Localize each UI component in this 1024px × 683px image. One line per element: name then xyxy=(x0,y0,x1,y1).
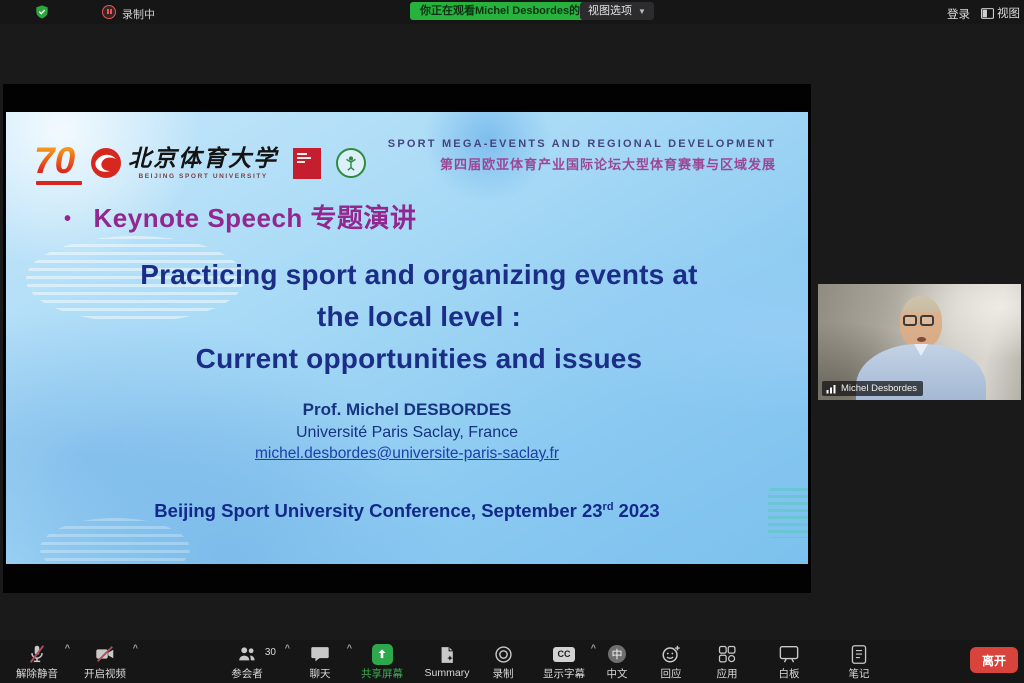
bsu-swirl-icon xyxy=(90,147,122,179)
view-layout-icon xyxy=(981,8,994,19)
encryption-shield-icon xyxy=(34,4,50,20)
slide-logo-row: 70 北京体育大学 BEIJING SPORT UNIVERSITY xyxy=(34,134,366,192)
title-line-2: the local level : xyxy=(66,296,772,338)
banner-chinese: 第四届欧亚体育产业国际论坛大型体育赛事与区域发展 xyxy=(388,154,776,173)
captions-button[interactable]: CC ^ 显示字幕 xyxy=(536,643,592,681)
summary-icon xyxy=(437,643,457,666)
title-line-3: Current opportunities and issues xyxy=(66,338,772,380)
reactions-button[interactable]: 回应 xyxy=(650,643,692,681)
ordinal-superscript: rd xyxy=(603,501,614,513)
chat-button[interactable]: ^ 聊天 xyxy=(296,643,344,681)
speaker-name: Prof. Michel DESBORDES xyxy=(6,400,808,420)
language-icon: 中 xyxy=(608,645,626,663)
title-line-1: Practicing sport and organizing events a… xyxy=(66,254,772,296)
notes-button[interactable]: 笔记 xyxy=(838,643,880,681)
record-button[interactable]: 录制 xyxy=(482,643,524,681)
participant-name-tag: Michel Desbordes xyxy=(822,381,923,396)
view-options-dropdown[interactable]: 视图选项▼ xyxy=(580,2,654,20)
participant-glasses xyxy=(903,315,934,326)
zoom-meeting-window: 录制中 你正在观看Michel Desbordes的屏幕 视图选项▼ 登录 视图… xyxy=(0,0,1024,683)
participants-button[interactable]: 30 ^ 参会者 xyxy=(216,643,278,681)
chevron-up-icon[interactable]: ^ xyxy=(133,643,138,653)
whiteboard-button[interactable]: 白板 xyxy=(768,643,810,681)
whiteboard-icon xyxy=(778,643,800,665)
slide-title: Practicing sport and organizing events a… xyxy=(66,254,772,380)
chevron-down-icon: ▼ xyxy=(638,7,646,16)
cc-icon: CC xyxy=(553,647,575,662)
unmute-button[interactable]: ^ 解除静音 xyxy=(6,643,68,681)
speaker-email: michel.desbordes@universite-paris-saclay… xyxy=(6,445,808,463)
banner-english: SPORT MEGA-EVENTS AND REGIONAL DEVELOPME… xyxy=(388,138,776,150)
share-screen-button[interactable]: 共享屏幕 xyxy=(354,643,410,681)
keynote-heading: •Keynote Speech 专题演讲 xyxy=(64,198,417,235)
apps-button[interactable]: 应用 xyxy=(706,643,748,681)
apps-icon xyxy=(717,643,737,665)
participant-mouth xyxy=(917,337,926,342)
beijing-sport-university-logo: 北京体育大学 BEIJING SPORT UNIVERSITY xyxy=(90,147,278,180)
chevron-up-icon[interactable]: ^ xyxy=(285,643,290,653)
start-video-button[interactable]: ^ 开启视频 xyxy=(74,643,136,681)
speaker-affiliation: Université Paris Saclay, France xyxy=(6,424,808,442)
participant-count: 30 xyxy=(265,647,276,658)
language-interpretation-button[interactable]: 中 中文 xyxy=(598,643,636,681)
recording-status-label: 录制中 xyxy=(122,6,155,22)
login-button[interactable]: 登录 xyxy=(947,6,970,22)
decor-stripes xyxy=(40,518,190,564)
notes-icon xyxy=(850,643,868,665)
meeting-topbar: 录制中 你正在观看Michel Desbordes的屏幕 视图选项▼ 登录 视图 xyxy=(0,0,1024,24)
presentation-slide: 70 北京体育大学 BEIJING SPORT UNIVERSITY xyxy=(6,112,808,564)
participant-video-thumbnail[interactable]: Michel Desbordes xyxy=(818,284,1021,400)
slide-top-banner: SPORT MEGA-EVENTS AND REGIONAL DEVELOPME… xyxy=(388,138,776,173)
view-layout-button[interactable]: 视图 xyxy=(981,5,1020,21)
participants-icon xyxy=(235,643,259,665)
bsu-name-english: BEIJING SPORT UNIVERSITY xyxy=(138,173,267,180)
business-school-logo xyxy=(293,148,321,179)
reactions-icon xyxy=(660,643,682,665)
chat-icon xyxy=(309,643,331,665)
share-screen-icon xyxy=(372,644,393,665)
summary-button[interactable]: Summary xyxy=(418,643,476,681)
green-association-logo xyxy=(336,148,366,178)
record-icon xyxy=(493,643,514,665)
bullet-point: • xyxy=(64,208,72,230)
chevron-up-icon[interactable]: ^ xyxy=(347,643,352,653)
bsu-name-chinese: 北京体育大学 xyxy=(128,147,278,170)
leave-meeting-button[interactable]: 离开 xyxy=(970,647,1018,673)
video-off-icon xyxy=(93,643,117,665)
audio-signal-icon xyxy=(826,383,837,394)
recording-indicator-icon[interactable] xyxy=(102,5,116,19)
mic-muted-icon xyxy=(26,643,48,665)
chevron-up-icon[interactable]: ^ xyxy=(591,643,596,653)
anniversary-70-logo: 70 xyxy=(34,142,75,185)
shared-screen-area: 70 北京体育大学 BEIJING SPORT UNIVERSITY xyxy=(3,84,811,593)
meeting-toolbar: ^ 解除静音 ^ 开启视频 xyxy=(0,640,1024,683)
conference-footer: Beijing Sport University Conference, Sep… xyxy=(6,500,808,522)
speaker-block: Prof. Michel DESBORDES Université Paris … xyxy=(6,400,808,463)
chevron-up-icon[interactable]: ^ xyxy=(65,643,70,653)
